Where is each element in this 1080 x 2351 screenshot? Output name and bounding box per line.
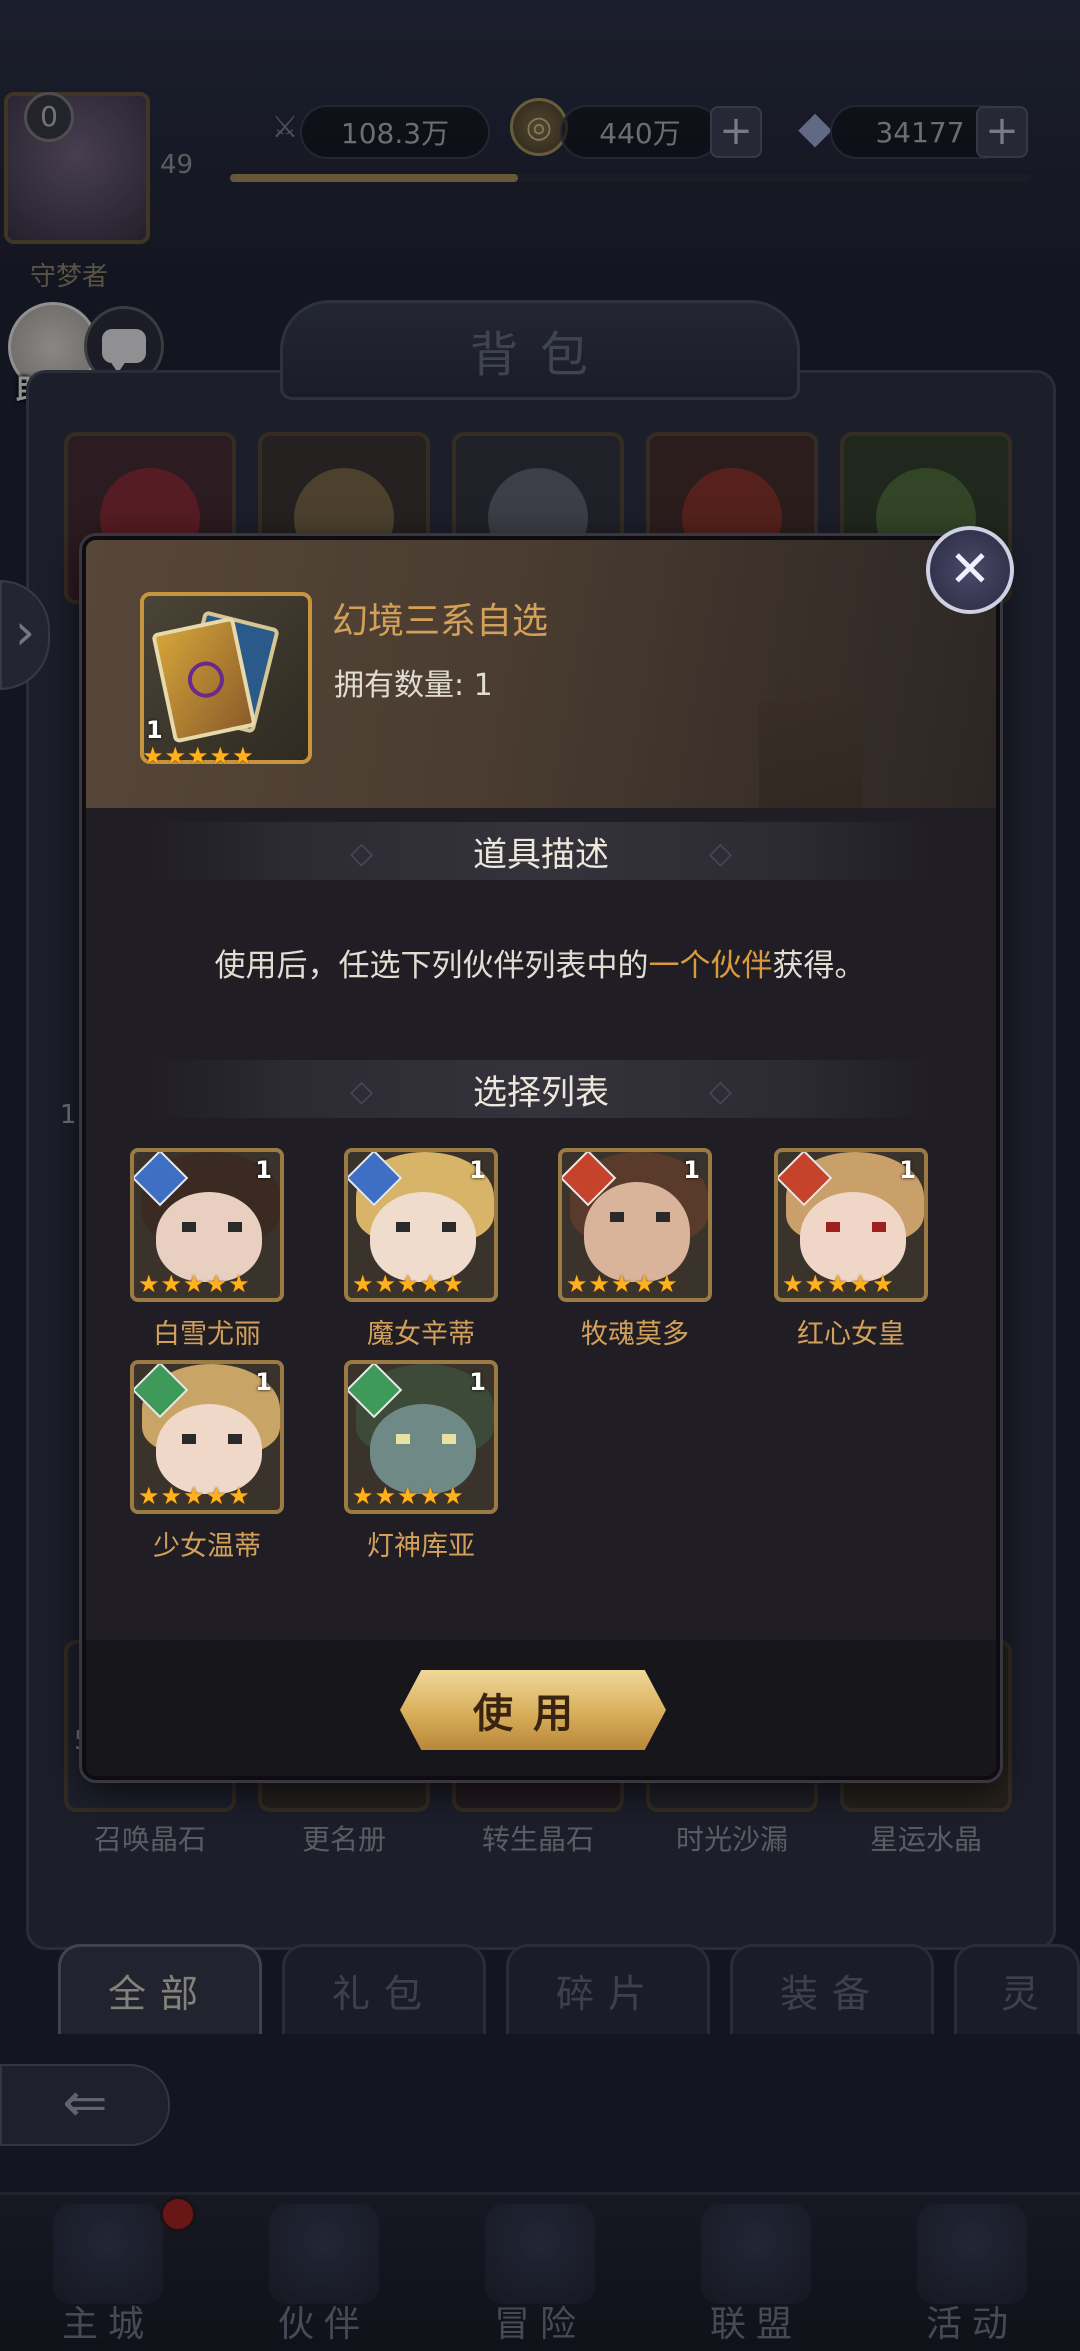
star-icon: ★ xyxy=(442,1482,464,1510)
star-icon: ★ xyxy=(827,1270,849,1298)
hero-face xyxy=(800,1192,906,1282)
star-icon: ★ xyxy=(588,1270,611,1298)
star-icon: ★ xyxy=(849,1270,872,1298)
hero-count: 1 xyxy=(255,1368,272,1396)
star-icon: ★ xyxy=(209,742,232,770)
hero-name: 白雪尤丽 xyxy=(153,1319,261,1350)
hero-card-shepherd-modo[interactable]: 1 ★ ★ ★ ★ ★ xyxy=(558,1148,712,1302)
hero-stars: ★ ★ ★ ★ ★ xyxy=(566,1272,678,1296)
star-icon: ★ xyxy=(187,742,209,770)
list-title: 选择列表 xyxy=(473,1072,609,1113)
star-icon: ★ xyxy=(419,1482,442,1510)
hero-count: 1 xyxy=(683,1156,700,1184)
star-icon: ★ xyxy=(232,742,254,770)
hero-count: 1 xyxy=(255,1156,272,1184)
item-owned-count: 拥有数量: 1 xyxy=(334,668,493,703)
star-icon: ★ xyxy=(397,1482,419,1510)
hero-name: 牧魂莫多 xyxy=(581,1319,689,1350)
star-icon: ★ xyxy=(138,1482,160,1510)
description-title: 道具描述 xyxy=(473,834,609,875)
star-icon: ★ xyxy=(442,1270,464,1298)
star-icon: ★ xyxy=(374,1270,397,1298)
star-icon: ★ xyxy=(228,1482,250,1510)
star-icon: ★ xyxy=(183,1270,205,1298)
description-text: 使用后，任选下列伙伴列表中的 xyxy=(214,948,649,984)
hero-face xyxy=(584,1182,690,1282)
hero-card-white-snow[interactable]: 1 ★ ★ ★ ★ ★ xyxy=(130,1148,284,1302)
star-icon: ★ xyxy=(228,1270,250,1298)
star-icon: ★ xyxy=(633,1270,656,1298)
hero-card-girl-wendy[interactable]: 1 ★ ★ ★ ★ ★ xyxy=(130,1360,284,1514)
star-icon: ★ xyxy=(183,1482,205,1510)
star-icon: ★ xyxy=(566,1270,588,1298)
hero-card-queen-of-hearts[interactable]: 1 ★ ★ ★ ★ ★ xyxy=(774,1148,928,1302)
star-icon: ★ xyxy=(160,1270,183,1298)
ornament-icon: ◇ xyxy=(350,1074,374,1109)
close-icon[interactable]: ✕ xyxy=(926,526,1014,614)
star-icon: ★ xyxy=(611,1270,633,1298)
hero-face xyxy=(370,1192,476,1282)
hero-count: 1 xyxy=(469,1156,486,1184)
hero-name: 少女温蒂 xyxy=(153,1531,261,1562)
star-icon: ★ xyxy=(138,1270,160,1298)
use-button[interactable]: 使用 xyxy=(400,1670,666,1750)
ornament-icon: ◇ xyxy=(708,836,732,871)
section-header: ◇ 道具描述 ◇ xyxy=(150,822,932,880)
hero-count: 1 xyxy=(469,1368,486,1396)
star-icon: ★ xyxy=(397,1270,419,1298)
item-description: 使用后，任选下列伙伴列表中的一个伙伴获得。 xyxy=(100,940,980,985)
item-name: 幻境三系自选 xyxy=(332,601,549,642)
hero-name: 红心女皇 xyxy=(797,1319,905,1350)
hero-face xyxy=(156,1404,262,1494)
star-icon: ★ xyxy=(142,742,164,770)
star-icon: ★ xyxy=(164,742,187,770)
hero-name: 魔女辛蒂 xyxy=(367,1319,475,1350)
hero-card-genie-kua[interactable]: 1 ★ ★ ★ ★ ★ xyxy=(344,1360,498,1514)
star-icon: ★ xyxy=(656,1270,678,1298)
item-icon xyxy=(140,592,312,764)
hero-stars: ★ ★ ★ ★ ★ xyxy=(352,1484,464,1508)
item-stars: ★ ★ ★ ★ ★ xyxy=(142,744,254,768)
castle-silhouette xyxy=(759,630,863,808)
star-icon: ★ xyxy=(419,1270,442,1298)
hero-face xyxy=(370,1404,476,1494)
star-icon: ★ xyxy=(872,1270,894,1298)
star-icon: ★ xyxy=(352,1482,374,1510)
emblem-icon xyxy=(184,658,228,701)
hero-face xyxy=(156,1192,262,1282)
ornament-icon: ◇ xyxy=(708,1074,732,1109)
hero-stars: ★ ★ ★ ★ ★ xyxy=(138,1484,250,1508)
hero-name: 灯神库亚 xyxy=(367,1531,475,1562)
star-icon: ★ xyxy=(782,1270,804,1298)
hero-card-witch-cindy[interactable]: 1 ★ ★ ★ ★ ★ xyxy=(344,1148,498,1302)
description-text: 获得。 xyxy=(772,948,866,984)
star-icon: ★ xyxy=(205,1482,228,1510)
star-icon: ★ xyxy=(374,1482,397,1510)
ornament-icon: ◇ xyxy=(350,836,374,871)
item-count: 1 xyxy=(146,716,163,744)
hero-stars: ★ ★ ★ ★ ★ xyxy=(782,1272,894,1296)
star-icon: ★ xyxy=(160,1482,183,1510)
star-icon: ★ xyxy=(205,1270,228,1298)
hero-count: 1 xyxy=(899,1156,916,1184)
star-icon: ★ xyxy=(352,1270,374,1298)
hero-stars: ★ ★ ★ ★ ★ xyxy=(138,1272,250,1296)
hero-stars: ★ ★ ★ ★ ★ xyxy=(352,1272,464,1296)
star-icon: ★ xyxy=(804,1270,827,1298)
description-highlight: 一个伙伴 xyxy=(648,948,773,984)
section-header: ◇ 选择列表 ◇ xyxy=(150,1060,932,1118)
